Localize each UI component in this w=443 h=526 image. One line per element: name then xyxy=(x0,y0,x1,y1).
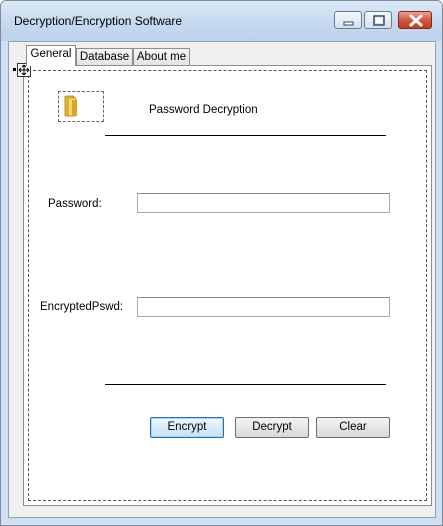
title-bar[interactable]: Decryption/Encryption Software xyxy=(1,1,442,41)
clear-button[interactable]: Clear xyxy=(316,417,390,438)
encrypt-button[interactable]: Encrypt xyxy=(150,417,224,438)
resize-handle[interactable] xyxy=(13,68,16,71)
decrypt-button[interactable]: Decrypt xyxy=(235,417,309,438)
password-input[interactable] xyxy=(137,193,390,213)
tab-label: About me xyxy=(136,51,187,63)
design-container: Password Decryption Password: EncryptedP… xyxy=(13,63,427,501)
logo-picture xyxy=(58,91,104,122)
tab-general[interactable]: General xyxy=(26,45,76,66)
tab-database[interactable]: Database xyxy=(76,48,133,66)
minimize-icon xyxy=(343,21,354,26)
folder-icon xyxy=(64,95,77,117)
window-title: Decryption/Encryption Software xyxy=(14,14,183,28)
app-window: Decryption/Encryption Software General D… xyxy=(0,0,443,526)
maximize-button[interactable] xyxy=(364,11,392,29)
heading-label: Password Decryption xyxy=(149,104,258,116)
minimize-button[interactable] xyxy=(334,11,362,29)
tab-about-me[interactable]: About me xyxy=(133,48,190,66)
general-tab-panel: Password Decryption Password: EncryptedP… xyxy=(13,63,432,506)
tab-label: General xyxy=(30,48,72,60)
maximize-icon xyxy=(373,15,385,26)
top-divider xyxy=(105,135,386,136)
tab-label: Database xyxy=(79,51,130,63)
bottom-divider xyxy=(105,384,386,385)
client-area: General Database About me Password Decry… xyxy=(8,41,436,518)
encrypted-password-input[interactable] xyxy=(137,297,390,317)
encrypted-password-label: EncryptedPswd: xyxy=(40,301,124,313)
close-icon xyxy=(409,14,423,27)
close-button[interactable] xyxy=(398,11,432,29)
password-label: Password: xyxy=(48,198,102,210)
